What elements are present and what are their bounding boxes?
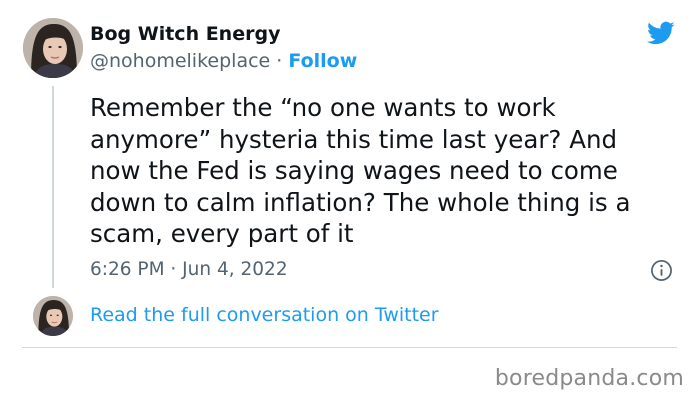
author-avatar[interactable] — [23, 18, 83, 78]
card-divider — [22, 347, 677, 348]
author-avatar-image — [23, 18, 83, 78]
author-display-name[interactable]: Bog Witch Energy — [90, 23, 280, 45]
thread-connector-line — [52, 86, 54, 288]
follow-button[interactable]: Follow — [288, 50, 357, 72]
handle-separator: · — [270, 50, 289, 72]
tweet-timestamp[interactable]: 6:26 PM · Jun 4, 2022 — [90, 259, 288, 280]
tweet-text: Remember the “no one wants to work anymo… — [90, 93, 631, 248]
reply-avatar-image — [33, 296, 73, 336]
author-handle-row: @nohomelikeplace · Follow — [90, 50, 357, 72]
twitter-bird-icon[interactable] — [645, 19, 677, 47]
read-full-conversation-link[interactable]: Read the full conversation on Twitter — [90, 304, 439, 326]
info-icon[interactable] — [650, 259, 673, 282]
author-handle[interactable]: @nohomelikeplace — [90, 50, 270, 72]
reply-avatar[interactable] — [33, 296, 73, 336]
site-watermark: boredpanda.com — [494, 366, 684, 391]
